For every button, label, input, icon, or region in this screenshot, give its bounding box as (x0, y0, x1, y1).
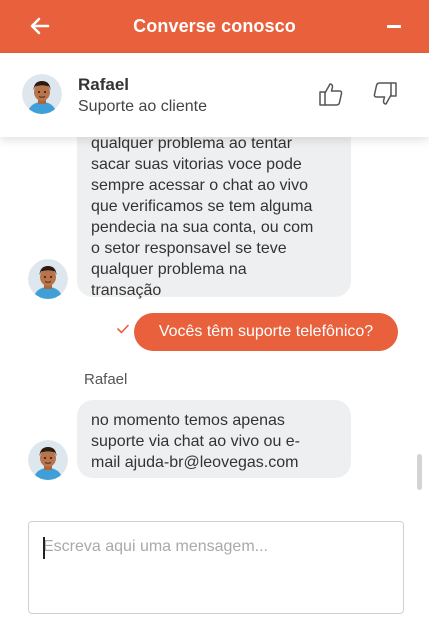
chat-header: Converse conosco (0, 0, 429, 53)
agent-bar: Rafael Suporte ao cliente (0, 53, 429, 137)
thumbs-up-icon[interactable] (318, 81, 344, 107)
message-line: sempre acessar o chat ao vivo (91, 177, 308, 194)
scrollbar-thumb[interactable] (417, 454, 422, 490)
text-caret (43, 537, 45, 559)
check-icon (117, 324, 129, 334)
message-line: pendecia na sua conta, ou com (91, 219, 314, 236)
message-input[interactable] (29, 522, 403, 613)
sender-name: Rafael (84, 371, 128, 388)
message-line: sacar suas vitorias voce pode (91, 156, 302, 173)
message-line: que verificamos se tem alguma (91, 198, 313, 215)
message-line: o setor responsavel se teve (91, 240, 287, 257)
message-list[interactable]: qualquer problema ao tentar sacar suas v… (0, 137, 429, 510)
agent-avatar (22, 74, 62, 114)
header-title: Converse conosco (133, 16, 296, 36)
message-line: qualquer problema ao tentar (91, 137, 293, 152)
minus-icon[interactable] (387, 25, 401, 28)
message-composer (28, 521, 404, 614)
thumbs-down-icon[interactable] (372, 81, 398, 107)
message-line: mail ajuda-br@leovegas.com (91, 454, 299, 471)
agent-role: Suporte ao cliente (78, 98, 207, 115)
message-line: transação (91, 282, 162, 299)
user-message-bubble: Vocês têm suporte telefônico? (134, 313, 398, 351)
message-line: qualquer problema na (91, 261, 247, 278)
message-avatar (28, 259, 68, 299)
message-line: no momento temos apenas (91, 412, 285, 429)
arrow-left-icon[interactable] (28, 14, 52, 38)
agent-name: Rafael (78, 75, 130, 94)
agent-message-bubble: no momento temos apenas suporte via chat… (77, 400, 351, 478)
message-line: suporte via chat ao vivo ou e- (91, 433, 301, 450)
message-avatar (28, 440, 68, 480)
agent-message-bubble: qualquer problema ao tentar sacar suas v… (77, 137, 351, 299)
